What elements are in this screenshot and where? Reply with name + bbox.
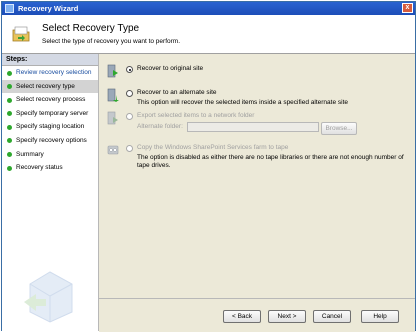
back-button[interactable]: < Back	[223, 310, 261, 323]
recovery-wizard-icon	[12, 26, 30, 42]
option-label: Export selected items to a network folde…	[137, 112, 255, 119]
option-description: This option will recover the selected it…	[137, 99, 348, 106]
option-description: The option is disabled as either there a…	[137, 154, 404, 169]
server-alternate-icon	[107, 88, 119, 102]
server-recover-icon	[107, 64, 118, 78]
radio-alternate-site[interactable]	[126, 90, 133, 97]
radio-copy-to-tape	[126, 145, 133, 152]
step-dot-icon	[7, 97, 12, 103]
radio-network-folder	[126, 113, 133, 120]
step-specify-recovery-options: Specify recovery options	[2, 134, 98, 148]
cancel-button[interactable]: Cancel	[313, 310, 351, 323]
browse-button: Browse...	[321, 122, 357, 135]
step-specify-temporary-server: Specify temporary server	[2, 107, 98, 121]
step-dot-icon	[7, 138, 12, 144]
step-label: Summary	[16, 150, 44, 158]
step-label: Select recovery process	[16, 96, 86, 104]
alternate-folder-label: Alternate folder:	[137, 123, 183, 130]
step-dot-icon	[7, 152, 12, 158]
option-label: Recover to original site	[137, 65, 204, 72]
recovery-wizard-window: Recovery Wizard x Select Recovery Type S…	[1, 1, 416, 332]
tape-icon	[107, 145, 119, 155]
check-dot-icon	[7, 70, 12, 76]
app-icon	[5, 4, 14, 13]
step-summary: Summary	[2, 148, 98, 162]
step-specify-staging-location: Specify staging location	[2, 120, 98, 134]
option-label: Copy the Windows SharePoint Services far…	[137, 144, 289, 151]
step-label: Review recovery selection	[16, 69, 92, 76]
recovery-type-options: Recover to original site Recover to an a…	[99, 54, 415, 297]
watermark-logo-icon	[24, 271, 73, 323]
help-button[interactable]: Help	[361, 310, 399, 323]
title-bar[interactable]: Recovery Wizard x	[2, 2, 415, 15]
window-title: Recovery Wizard	[18, 4, 79, 13]
page-subtitle: Select the type of recovery you want to …	[42, 38, 181, 45]
step-select-recovery-type[interactable]: Select recovery type	[2, 79, 98, 94]
folder-export-icon	[107, 111, 118, 125]
page-title: Select Recovery Type	[42, 23, 140, 34]
option-label: Recover to an alternate site	[137, 89, 217, 96]
current-dot-icon	[7, 84, 12, 90]
step-select-recovery-process: Select recovery process	[2, 93, 98, 107]
step-label: Specify temporary server	[16, 109, 89, 117]
step-label: Select recovery type	[16, 82, 75, 90]
alternate-folder-input	[187, 122, 319, 132]
step-label: Specify recovery options	[16, 136, 87, 144]
steps-heading: Steps:	[2, 54, 98, 66]
step-recovery-status: Recovery status	[2, 161, 98, 175]
step-dot-icon	[7, 124, 12, 130]
step-label: Recovery status	[16, 164, 63, 172]
steps-panel: Steps: Review recovery selection Select …	[2, 54, 99, 331]
step-label: Specify staging location	[16, 123, 85, 131]
wizard-footer: < Back Next > Cancel Help	[99, 298, 415, 332]
close-icon[interactable]: x	[402, 3, 413, 13]
wizard-header: Select Recovery Type Select the type of …	[2, 15, 415, 54]
step-review-recovery-selection[interactable]: Review recovery selection	[2, 66, 98, 80]
next-button[interactable]: Next >	[268, 310, 306, 323]
step-dot-icon	[7, 111, 12, 117]
step-dot-icon	[7, 165, 12, 171]
radio-original-site[interactable]	[126, 66, 133, 73]
